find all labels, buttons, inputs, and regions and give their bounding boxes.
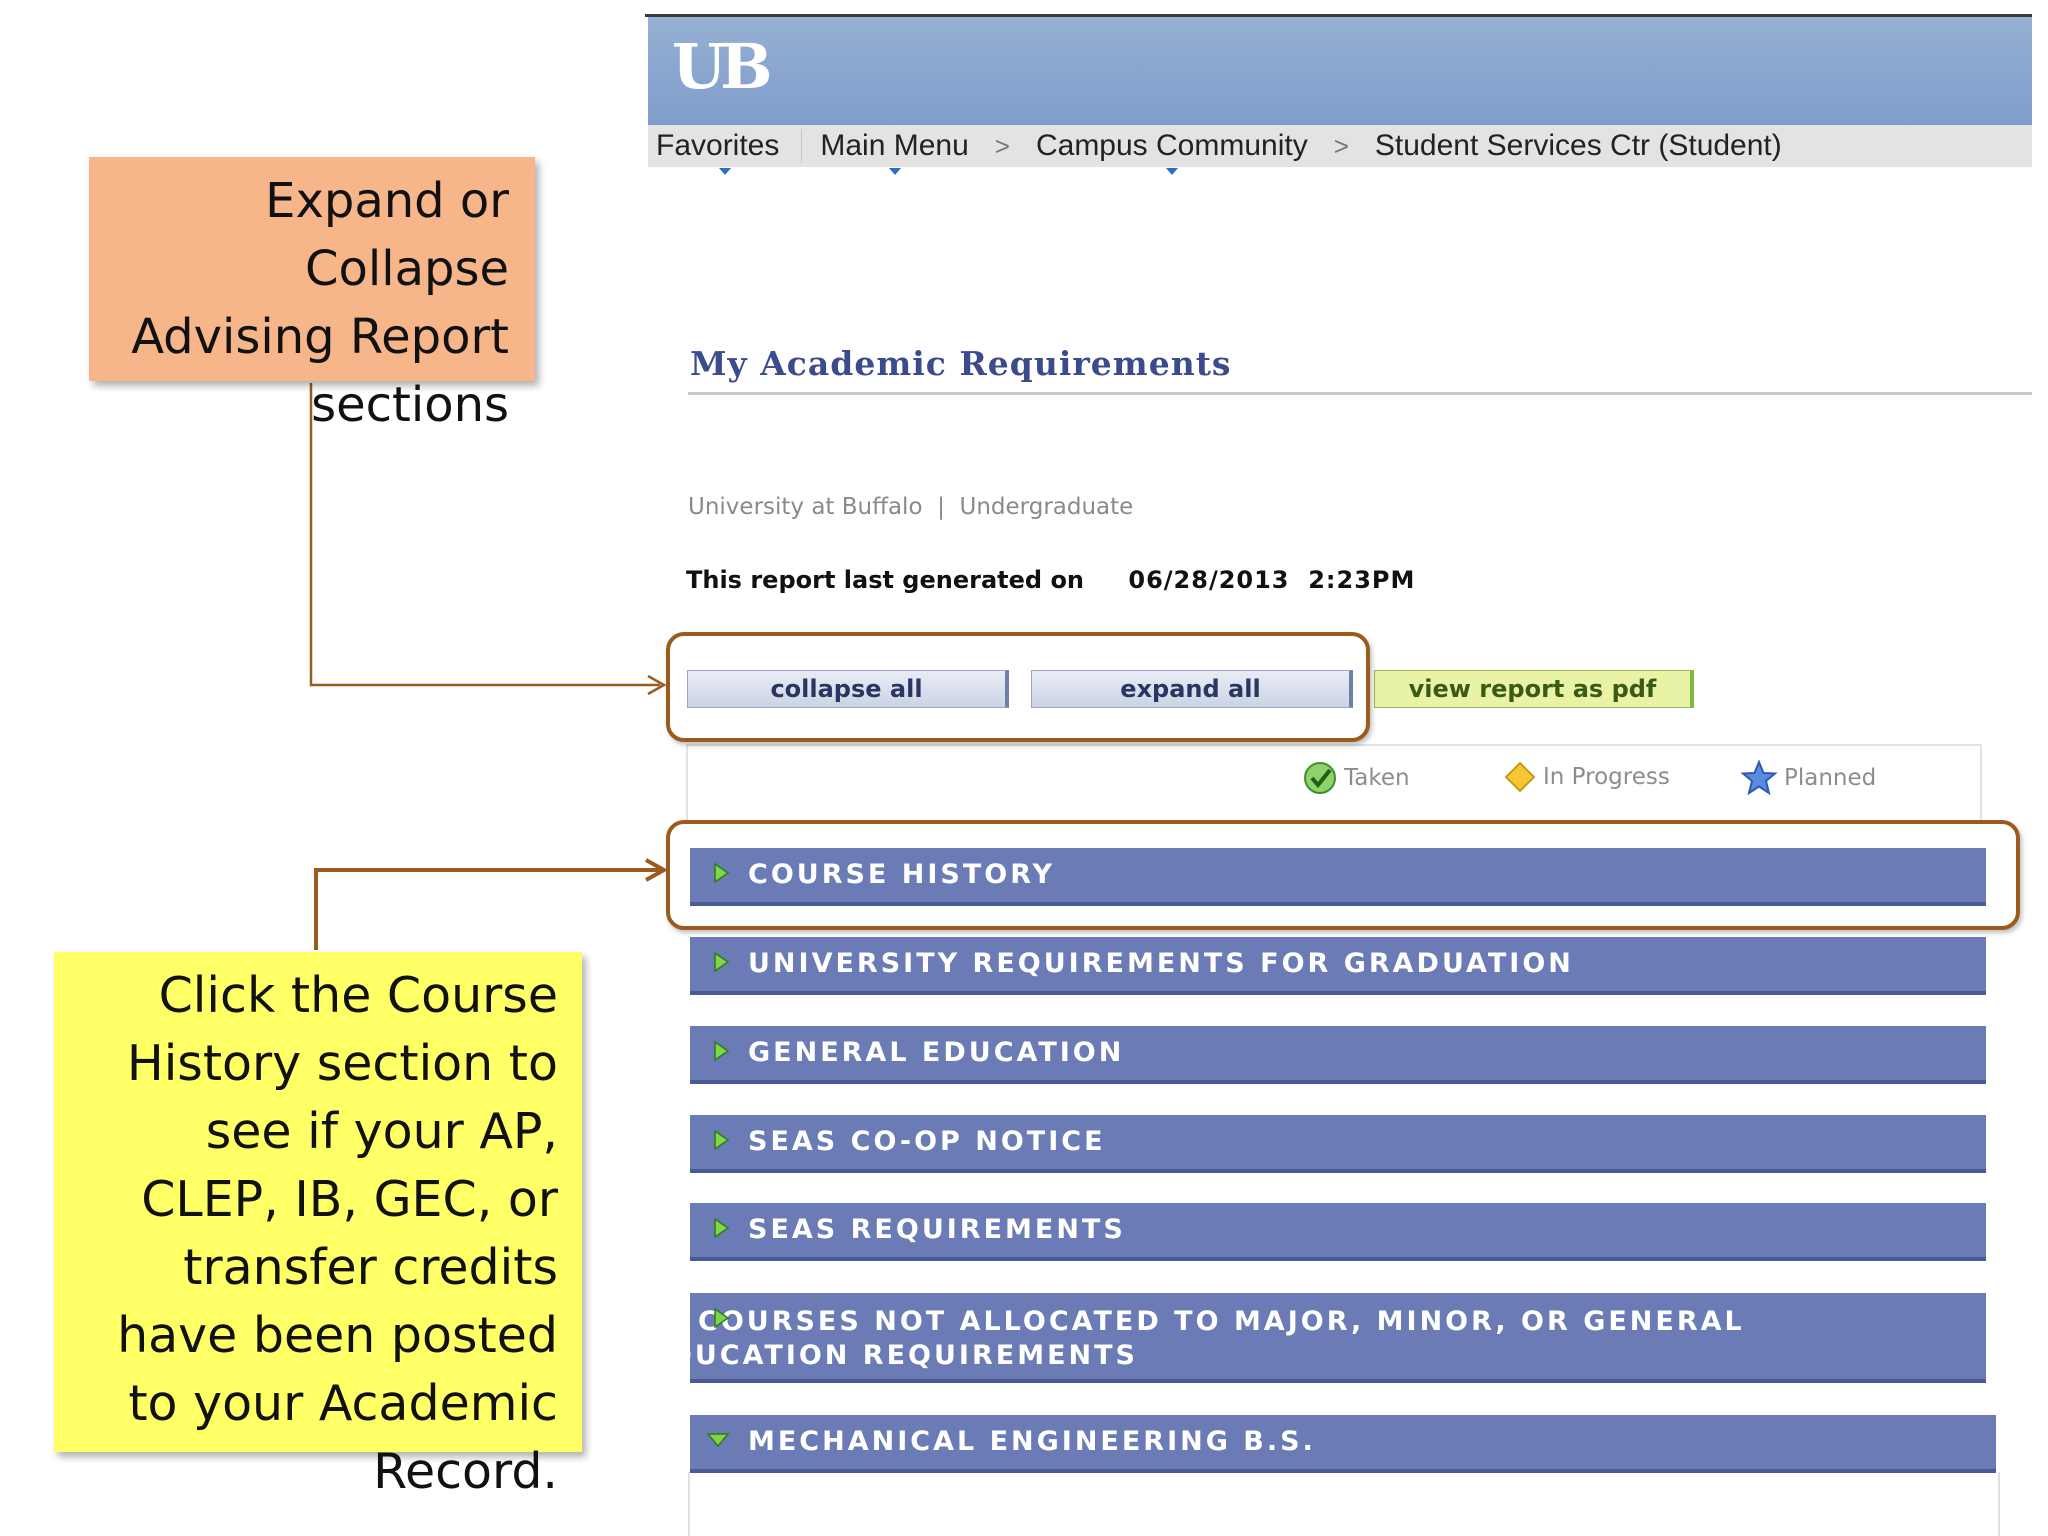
callout-course-history: Click the Course History section to see … — [54, 952, 582, 1500]
callout-expand-collapse: Expand or Collapse Advising Report secti… — [89, 157, 535, 433]
